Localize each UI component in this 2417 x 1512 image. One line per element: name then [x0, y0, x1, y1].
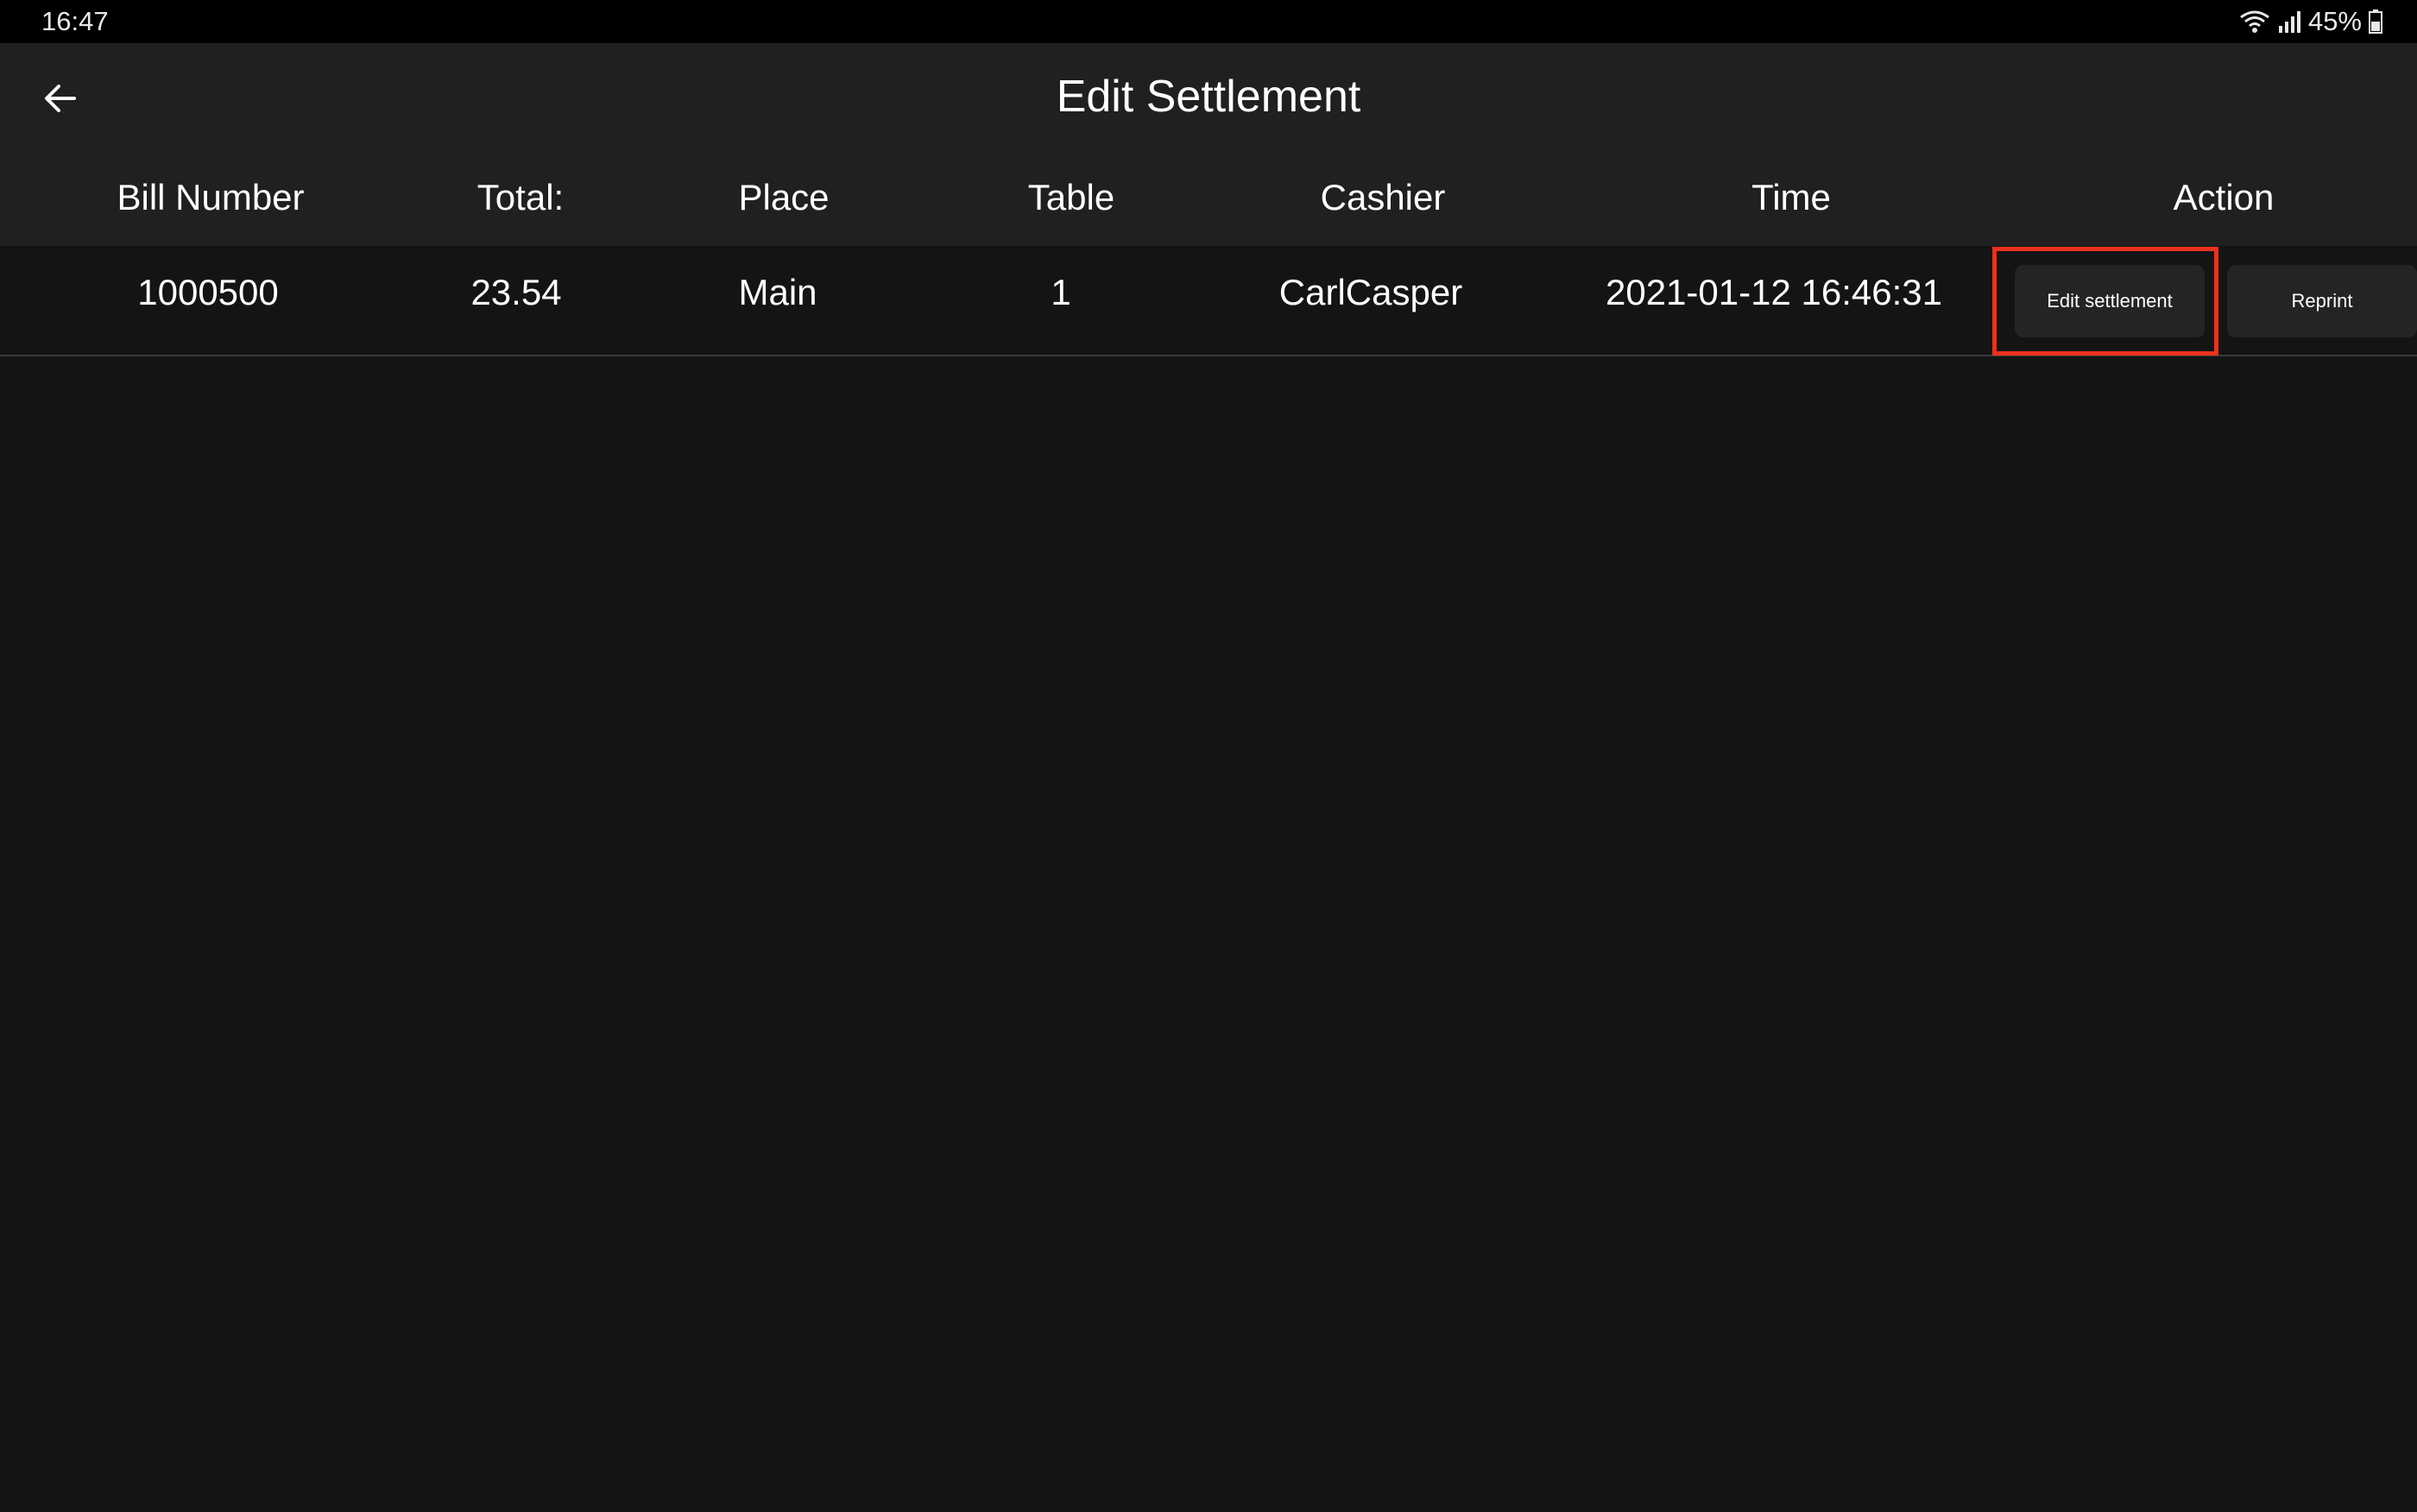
app-bar: Edit Settlement — [0, 43, 2417, 160]
reprint-button[interactable]: Reprint — [2227, 265, 2417, 337]
cell-place: Main — [738, 272, 817, 312]
header-total: Total: — [476, 177, 565, 217]
table-header: Bill Number Total: Place Table Cashier T… — [0, 160, 2417, 246]
table-row[interactable]: 1000500 23.54 Main 1 CarlCasper 2021-01-… — [0, 246, 2417, 356]
cell-cashier: CarlCasper — [1278, 272, 1463, 312]
status-time: 16:47 — [41, 6, 109, 36]
status-bar: 16:47 45% — [0, 0, 2417, 43]
cell-table: 1 — [1051, 272, 1071, 312]
header-time: Time — [1751, 177, 1831, 217]
page-title: Edit Settlement — [1056, 72, 1361, 122]
cell-time: 2021-01-12 16:46:31 — [1606, 272, 1942, 312]
header-cashier: Cashier — [1320, 177, 1446, 217]
status-icons: 45% — [2239, 6, 2382, 37]
wifi-icon — [2240, 10, 2269, 33]
header-bill-number: Bill Number — [117, 177, 305, 217]
cell-bill-number: 1000500 — [137, 272, 279, 312]
header-table: Table — [1027, 177, 1115, 217]
signal-icon — [2278, 11, 2300, 33]
battery-percent: 45% — [2307, 6, 2362, 36]
header-place: Place — [738, 177, 830, 217]
edit-settlement-button[interactable]: Edit settlement — [2015, 265, 2205, 337]
cell-total: 23.54 — [470, 272, 562, 312]
battery-icon — [2369, 9, 2382, 34]
header-action: Action — [2173, 177, 2275, 217]
